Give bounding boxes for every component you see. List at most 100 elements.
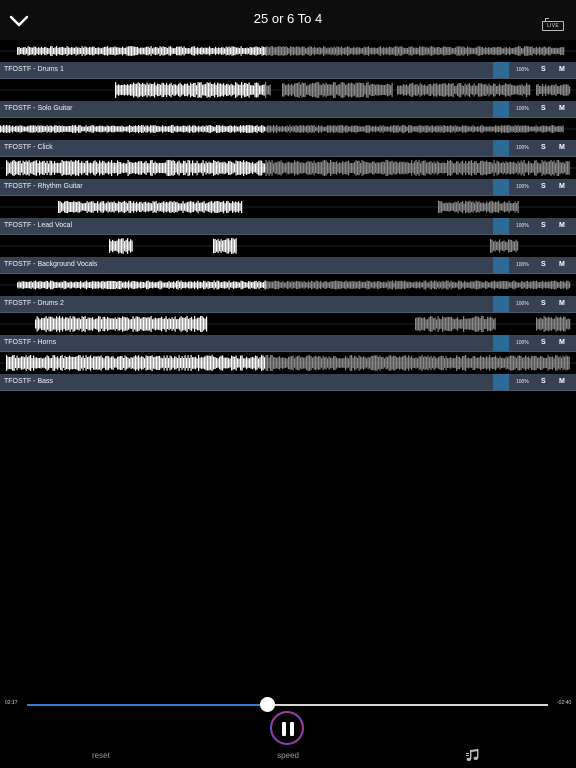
waveform-sample [133, 201, 135, 213]
waveform-sample [495, 163, 497, 173]
waveform-sample [200, 316, 202, 332]
waveform-sample [426, 47, 428, 56]
waveform-sample [101, 281, 103, 289]
waveform-sample [107, 316, 109, 331]
waveform-sample [471, 358, 473, 368]
speed-button[interactable]: speed [258, 751, 318, 760]
waveform-sample [537, 48, 539, 54]
track-bar[interactable]: TFOSTF - Rhythm Guitar 100% S M [0, 179, 576, 196]
waveform-sample [419, 83, 421, 97]
volume-slider[interactable] [493, 335, 509, 351]
track-bar[interactable]: TFOSTF - Bass 100% S M [0, 374, 576, 391]
track-bar[interactable]: TFOSTF - Solo Guitar 100% S M [0, 101, 576, 118]
waveform-sample [105, 318, 107, 330]
waveform-sample [66, 317, 68, 331]
waveform-sample [546, 48, 548, 55]
volume-slider[interactable] [493, 140, 509, 156]
waveform-sample [348, 160, 350, 176]
waveform-sample [234, 163, 236, 173]
mute-button[interactable]: M [559, 103, 565, 115]
waveform-sample [50, 280, 52, 290]
solo-button[interactable]: S [541, 64, 546, 76]
waveform-sample [189, 160, 191, 176]
mute-button[interactable]: M [559, 220, 565, 232]
waveform-sample [553, 358, 555, 368]
waveform-sample [121, 202, 123, 212]
waveform-sample [206, 282, 208, 288]
solo-button[interactable]: S [541, 298, 546, 310]
mute-button[interactable]: M [559, 259, 565, 271]
waveform-sample [504, 47, 506, 55]
waveform-sample [156, 47, 158, 55]
waveform-sample [401, 46, 403, 56]
track-bar[interactable]: TFOSTF - Lead Vocal 100% S M [0, 218, 576, 235]
mute-button[interactable]: M [559, 64, 565, 76]
waveform-sample [64, 161, 66, 175]
mute-button[interactable]: M [559, 181, 565, 193]
progress-track[interactable] [27, 704, 548, 706]
waveform-sample [438, 200, 440, 214]
solo-button[interactable]: S [541, 337, 546, 349]
waveform-sample [366, 125, 368, 133]
waveform-sample [360, 281, 362, 289]
solo-button[interactable]: S [541, 181, 546, 193]
volume-slider[interactable] [493, 257, 509, 273]
waveform-sample [418, 317, 420, 331]
track-bar[interactable]: TFOSTF - Click 100% S M [0, 140, 576, 157]
waveform-sample [517, 85, 519, 95]
waveform-sample [496, 241, 498, 251]
solo-button[interactable]: S [541, 142, 546, 154]
solo-button[interactable]: S [541, 376, 546, 388]
live-icon[interactable]: LIVE [542, 18, 566, 32]
waveform-sample [424, 317, 426, 331]
waveform-sample [222, 47, 224, 55]
waveform-sample [558, 126, 560, 132]
waveform-sample [565, 355, 567, 371]
volume-slider[interactable] [493, 179, 509, 195]
waveform-sample [315, 82, 317, 98]
waveform-sample [465, 160, 467, 176]
mute-button[interactable]: M [559, 142, 565, 154]
volume-slider[interactable] [493, 218, 509, 234]
solo-button[interactable]: S [541, 103, 546, 115]
waveform-sample [455, 318, 457, 330]
waveform-sample [505, 83, 507, 97]
volume-slider[interactable] [493, 62, 509, 78]
waveform-sample [49, 125, 51, 133]
waveform-sample [205, 125, 207, 133]
waveform-sample [244, 82, 246, 98]
track-bar[interactable]: TFOSTF - Drums 2 100% S M [0, 296, 576, 313]
waveform-sample [217, 201, 219, 213]
solo-button[interactable]: S [541, 220, 546, 232]
volume-slider[interactable] [493, 296, 509, 312]
waveform-sample [541, 160, 543, 176]
waveform-sample [236, 281, 238, 289]
mute-button[interactable]: M [559, 337, 565, 349]
track-bar[interactable]: TFOSTF - Background Vocals 100% S M [0, 257, 576, 274]
waveform-sample [288, 161, 290, 175]
waveform-sample [121, 238, 123, 254]
waveform-sample [391, 126, 393, 132]
waveform-sample [238, 84, 240, 96]
track-bar[interactable]: TFOSTF - Drums 1 100% S M [0, 62, 576, 79]
waveform-sample [515, 281, 517, 289]
waveform-sample [16, 355, 18, 371]
volume-slider[interactable] [493, 374, 509, 390]
waveform-sample [417, 126, 419, 132]
volume-slider[interactable] [493, 101, 509, 117]
waveform-sample [33, 46, 35, 56]
mute-button[interactable]: M [559, 376, 565, 388]
waveform-sample [304, 357, 306, 369]
music-notes-icon[interactable] [466, 749, 480, 762]
progress-thumb[interactable] [259, 697, 275, 712]
solo-button[interactable]: S [541, 259, 546, 271]
waveform-sample [539, 46, 541, 56]
waveform-sample [385, 356, 387, 370]
reset-button[interactable]: reset [92, 751, 110, 760]
mute-button[interactable]: M [559, 298, 565, 310]
play-pause-button[interactable] [270, 711, 304, 745]
waveform-sample [364, 161, 366, 175]
waveform-sample [431, 85, 433, 95]
waveform-sample [564, 84, 566, 96]
track-bar[interactable]: TFOSTF - Horns 100% S M [0, 335, 576, 352]
